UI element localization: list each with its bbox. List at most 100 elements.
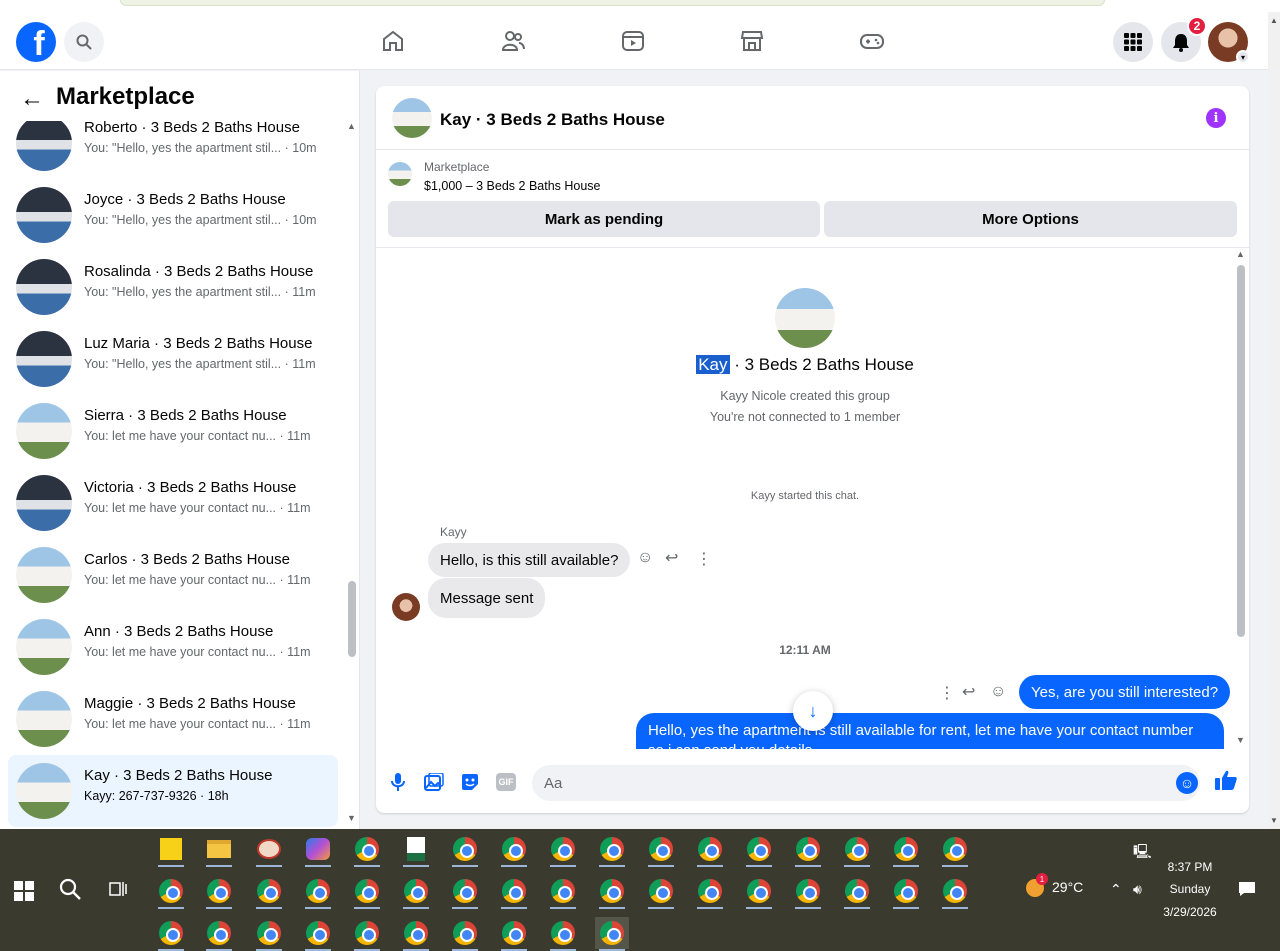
chrome-icon[interactable] bbox=[595, 875, 629, 909]
messages-scrollbar[interactable]: ▲ ▼ bbox=[1234, 249, 1248, 749]
task-view-icon[interactable] bbox=[108, 879, 128, 904]
scroll-up-icon[interactable]: ▲ bbox=[1236, 249, 1245, 259]
conversation-item[interactable]: Victoria · 3 Beds 2 Baths House You: let … bbox=[8, 467, 338, 539]
chrome-icon[interactable] bbox=[840, 833, 874, 867]
conversation-item[interactable]: Ann · 3 Beds 2 Baths House You: let me ha… bbox=[8, 611, 338, 683]
chrome-icon[interactable] bbox=[154, 875, 188, 909]
chrome-icon[interactable] bbox=[448, 875, 482, 909]
chrome-icon[interactable] bbox=[252, 875, 286, 909]
more-icon[interactable]: ⋮ bbox=[939, 683, 955, 703]
taskbar-search-icon[interactable] bbox=[58, 877, 82, 908]
windows-start-icon[interactable] bbox=[14, 881, 34, 901]
scroll-up-icon[interactable]: ▲ bbox=[347, 121, 356, 131]
facebook-logo-icon[interactable]: f bbox=[16, 22, 56, 62]
chrome-icon[interactable] bbox=[497, 917, 531, 951]
more-icon[interactable]: ⋮ bbox=[696, 549, 712, 569]
message-input[interactable] bbox=[532, 765, 1200, 801]
listing-thumbnail[interactable] bbox=[388, 162, 412, 186]
chrome-icon[interactable] bbox=[742, 875, 776, 909]
react-icon[interactable]: ☺ bbox=[637, 549, 653, 567]
chrome-icon[interactable] bbox=[202, 875, 236, 909]
chrome-icon[interactable] bbox=[889, 833, 923, 867]
search-button[interactable] bbox=[64, 22, 104, 62]
conversation-item[interactable]: Carlos · 3 Beds 2 Baths House You: let me… bbox=[8, 539, 338, 611]
profile-avatar[interactable]: ▾ bbox=[1208, 22, 1250, 64]
chrome-icon[interactable] bbox=[693, 875, 727, 909]
chrome-icon[interactable] bbox=[399, 917, 433, 951]
reply-icon[interactable]: ↩ bbox=[962, 682, 975, 702]
scroll-up-icon[interactable]: ▲ bbox=[1270, 16, 1278, 25]
scroll-down-icon[interactable]: ▼ bbox=[1236, 735, 1245, 745]
network-icon[interactable]: 🖳︎ bbox=[1133, 841, 1152, 865]
gaming-icon[interactable] bbox=[857, 26, 887, 56]
scrollbar-thumb[interactable] bbox=[1237, 265, 1245, 637]
chrome-icon[interactable] bbox=[595, 917, 629, 951]
file-explorer-icon[interactable] bbox=[202, 833, 236, 867]
outgoing-message[interactable]: Yes, are you still interested? bbox=[1019, 675, 1231, 709]
chrome-icon[interactable] bbox=[448, 833, 482, 867]
scroll-to-bottom-button[interactable]: ↓ bbox=[793, 691, 833, 731]
clock-date[interactable]: 3/29/2026 bbox=[1158, 905, 1222, 919]
chrome-icon[interactable] bbox=[202, 917, 236, 951]
scrollbar-thumb[interactable] bbox=[348, 581, 356, 657]
chrome-icon[interactable] bbox=[350, 833, 384, 867]
chrome-icon[interactable] bbox=[497, 875, 531, 909]
chrome-icon[interactable] bbox=[889, 875, 923, 909]
notification-center-icon[interactable] bbox=[1238, 881, 1256, 902]
thumbs-up-icon[interactable] bbox=[1214, 769, 1238, 797]
show-hidden-icons-icon[interactable]: ⌃ bbox=[1110, 881, 1122, 898]
clock-time[interactable]: 8:37 PM bbox=[1160, 860, 1220, 874]
back-arrow-icon[interactable]: ← bbox=[20, 85, 44, 113]
chrome-icon[interactable] bbox=[791, 833, 825, 867]
emoji-icon[interactable]: ☺ bbox=[1176, 772, 1198, 794]
scroll-down-icon[interactable]: ▼ bbox=[1270, 816, 1278, 825]
conversation-item[interactable]: Luz Maria · 3 Beds 2 Baths House You: "He… bbox=[8, 323, 338, 395]
home-icon[interactable] bbox=[378, 26, 408, 56]
conversation-item[interactable]: Joyce · 3 Beds 2 Baths House You: "Hello,… bbox=[8, 179, 338, 251]
listing-avatar[interactable] bbox=[392, 98, 432, 138]
copilot-icon[interactable] bbox=[301, 833, 335, 867]
chrome-icon[interactable] bbox=[252, 917, 286, 951]
outgoing-message[interactable]: Hello, yes the apartment is still availa… bbox=[636, 713, 1224, 749]
video-icon[interactable] bbox=[618, 26, 648, 56]
chrome-icon[interactable] bbox=[350, 917, 384, 951]
chrome-icon[interactable] bbox=[546, 833, 580, 867]
chrome-icon[interactable] bbox=[448, 917, 482, 951]
chrome-icon[interactable] bbox=[301, 917, 335, 951]
chrome-icon[interactable] bbox=[840, 875, 874, 909]
paint-icon[interactable] bbox=[252, 833, 286, 867]
mark-as-pending-button[interactable]: Mark as pending bbox=[388, 201, 820, 237]
react-icon[interactable]: ☺ bbox=[990, 683, 1006, 701]
chrome-icon[interactable] bbox=[742, 833, 776, 867]
clock-day[interactable]: Sunday bbox=[1160, 882, 1220, 896]
friends-icon[interactable] bbox=[498, 26, 528, 56]
sticky-notes-icon[interactable] bbox=[154, 833, 188, 867]
chrome-icon[interactable] bbox=[154, 917, 188, 951]
conversation-item[interactable]: Sierra · 3 Beds 2 Baths House You: let me… bbox=[8, 395, 338, 467]
chrome-icon[interactable] bbox=[644, 833, 678, 867]
listing-price[interactable]: $1,000 – 3 Beds 2 Baths House bbox=[424, 179, 601, 193]
sticker-icon[interactable] bbox=[459, 771, 481, 793]
chrome-icon[interactable] bbox=[938, 875, 972, 909]
info-icon[interactable]: i bbox=[1206, 108, 1226, 128]
chrome-icon[interactable] bbox=[791, 875, 825, 909]
conversation-item[interactable]: Rosalinda · 3 Beds 2 Baths House You: "He… bbox=[8, 251, 338, 323]
chat-title[interactable]: Kay · 3 Beds 2 Baths House bbox=[440, 110, 665, 130]
reply-icon[interactable]: ↩ bbox=[665, 548, 678, 568]
menu-button[interactable] bbox=[1113, 22, 1153, 62]
scroll-down-icon[interactable]: ▼ bbox=[347, 813, 356, 823]
chrome-icon[interactable] bbox=[644, 875, 678, 909]
chrome-icon[interactable] bbox=[595, 833, 629, 867]
image-icon[interactable] bbox=[423, 771, 445, 793]
marketplace-icon[interactable] bbox=[737, 26, 767, 56]
chrome-icon[interactable] bbox=[546, 875, 580, 909]
chrome-icon[interactable] bbox=[301, 875, 335, 909]
weather-widget[interactable]: 1 29°C bbox=[1026, 873, 1083, 898]
chrome-icon[interactable] bbox=[546, 917, 580, 951]
chrome-icon[interactable] bbox=[497, 833, 531, 867]
microphone-icon[interactable] bbox=[387, 771, 409, 793]
chrome-icon[interactable] bbox=[693, 833, 727, 867]
page-scrollbar[interactable]: ▲ ▼ bbox=[1268, 12, 1280, 829]
sender-avatar[interactable] bbox=[392, 593, 420, 621]
notifications-button[interactable]: 2 bbox=[1161, 16, 1207, 62]
